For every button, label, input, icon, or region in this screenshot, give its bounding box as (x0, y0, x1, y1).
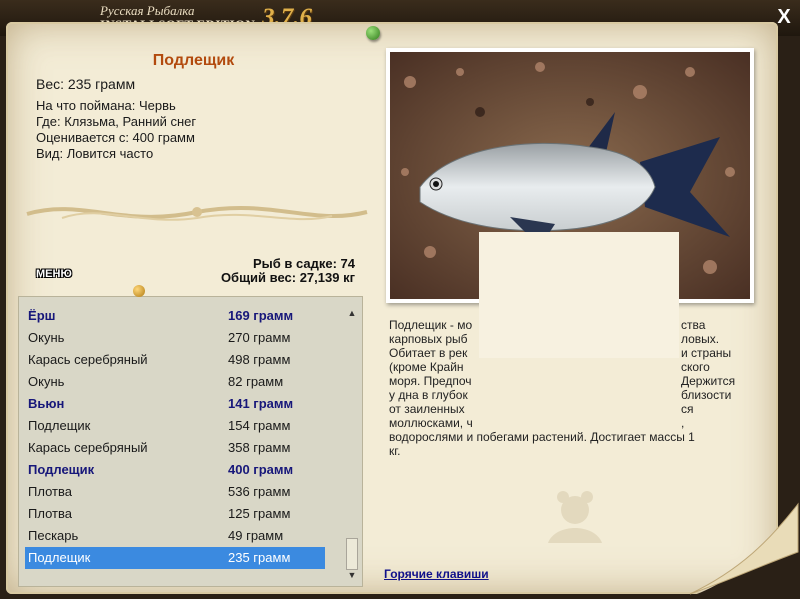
ornament-divider (26, 205, 368, 221)
fish-value: Оценивается с: 400 грамм (36, 130, 195, 145)
description-left-fragments: Подлещик - мо карповых рыб Обитает в рек(… (389, 318, 473, 430)
catch-list-panel[interactable]: Ёрш 169 грамм Окунь 270 грамм Карась сереб… (18, 296, 363, 587)
fish-frequency: Вид: Ловится часто (36, 146, 154, 161)
fish-weight: Вес: 235 грамм (36, 76, 136, 92)
hotkeys-link[interactable]: Горячие клавиши (384, 567, 489, 581)
pushpin-icon (366, 26, 380, 40)
scroll-thumb[interactable] (346, 538, 358, 570)
mascot-watermark-icon (548, 491, 602, 543)
catch-list-row[interactable]: Пескарь 49 грамм (25, 525, 325, 547)
fish-description: Подлещик - мо карповых рыб Обитает в рек(… (389, 318, 749, 458)
catch-list-row[interactable]: Карась серебряный 498 грамм (25, 349, 325, 371)
fish-bait: На что поймана: Червь (36, 98, 176, 113)
catch-count: Рыб в садке: 74 (252, 256, 355, 271)
catch-list-row[interactable]: Подлещик 235 грамм (25, 547, 325, 569)
catch-list-row[interactable]: Вьюн 141 грамм (25, 393, 325, 415)
catch-list-row[interactable]: Подлещик 400 грамм (25, 459, 325, 481)
catch-list-row[interactable]: Ёрш 169 грамм (25, 305, 325, 327)
catch-list-row[interactable]: Окунь 270 грамм (25, 327, 325, 349)
pin-icon (133, 285, 145, 297)
scroll-down-icon[interactable]: ▼ (344, 567, 360, 583)
menu-button[interactable]: МЕНЮ (36, 268, 72, 280)
scroll-up-icon[interactable]: ▲ (344, 305, 360, 321)
fish-title: Подлещик (152, 52, 235, 69)
description-right-fragments: ства ловых. и страны ского Держится близост… (681, 318, 736, 430)
list-scrollbar[interactable]: ▲ ▼ (344, 305, 360, 583)
fish-location: Где: Клязьма, Ранний снег (36, 114, 197, 129)
catch-total-weight: Общий вес: 27,139 кг (220, 270, 355, 285)
catch-list-row[interactable]: Окунь 82 грамм (25, 371, 325, 393)
catch-list-row[interactable]: Подлещик 154 грамм (25, 415, 325, 437)
catch-list-row[interactable]: Плотва 536 грамм (25, 481, 325, 503)
page-curl (680, 500, 800, 599)
catch-list-row[interactable]: Плотва 125 грамм (25, 503, 325, 525)
catch-list-row[interactable]: Карась серебряный 358 грамм (25, 437, 325, 459)
